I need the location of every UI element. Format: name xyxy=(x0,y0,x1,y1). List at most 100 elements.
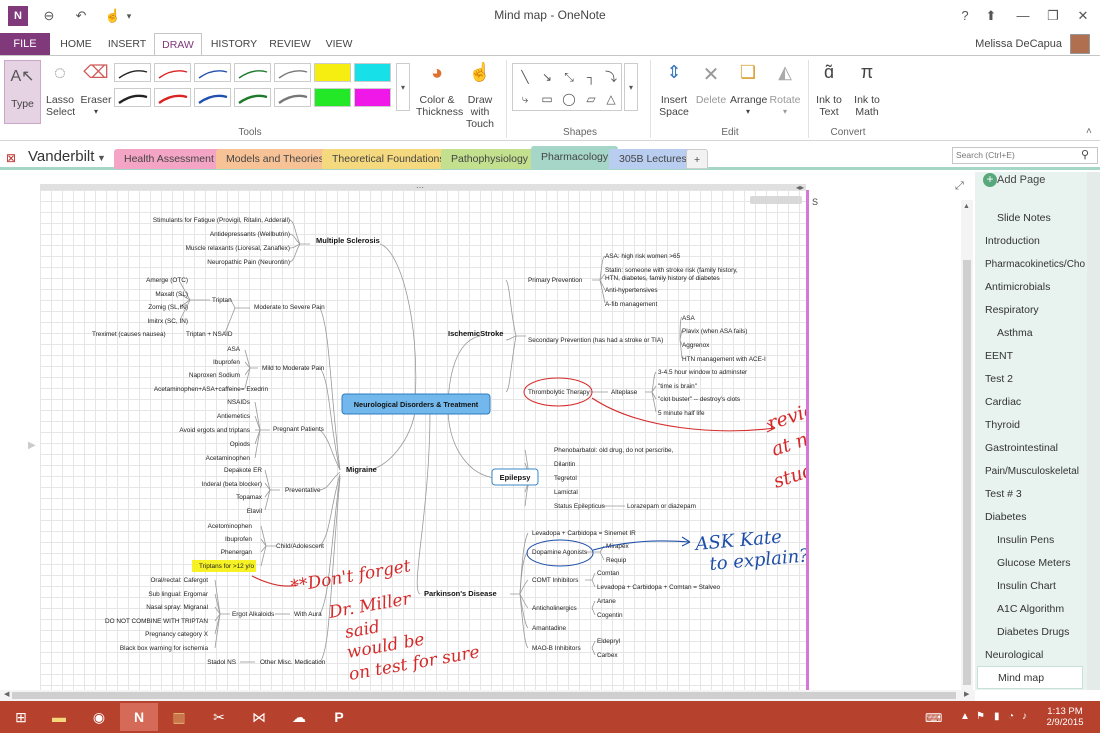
add-page-icon[interactable]: + xyxy=(983,173,997,187)
scroll-up-icon[interactable]: ▲ xyxy=(963,203,970,210)
page-item[interactable]: Introduction xyxy=(977,230,1083,253)
ink-to-math-button[interactable]: π Ink to Math xyxy=(850,62,884,118)
corner-arrow-shape-icon[interactable]: ⤵ xyxy=(601,69,621,85)
pen-green-thin[interactable] xyxy=(234,63,271,82)
add-section-button[interactable]: + xyxy=(686,149,709,169)
vertical-scroll-thumb[interactable] xyxy=(963,260,971,685)
parallelogram-shape-icon[interactable]: ▱ xyxy=(581,91,601,107)
powerpoint-icon[interactable]: P xyxy=(320,703,358,731)
lasso-select-button[interactable]: ◌ Lasso Select xyxy=(46,62,75,118)
page-item[interactable]: Neurological xyxy=(977,644,1083,667)
pen-blue-thick[interactable] xyxy=(194,88,231,107)
rotate-button[interactable]: ◭ Rotate ▾ xyxy=(768,62,802,118)
rectangle-shape-icon[interactable]: ▭ xyxy=(537,91,557,107)
page-list-scrollbar[interactable] xyxy=(1087,172,1100,690)
ellipse-shape-icon[interactable]: ◯ xyxy=(559,91,579,107)
user-name[interactable]: Melissa DeCapua xyxy=(975,38,1062,50)
highlighter-green[interactable] xyxy=(314,88,351,107)
windows-start-icon[interactable]: ⊞ xyxy=(2,703,40,731)
help-icon[interactable]: ? xyxy=(956,7,974,25)
triangle-shape-icon[interactable]: △ xyxy=(601,91,621,107)
fullpage-view-icon[interactable]: ⤢ xyxy=(955,180,964,193)
tab-review[interactable]: REVIEW xyxy=(266,33,314,55)
ink-to-text-button[interactable]: ɑ̃ Ink to Text xyxy=(812,62,846,118)
scroll-left-icon[interactable]: ◀ xyxy=(4,690,9,698)
page-item[interactable]: Pain/Musculoskeletal xyxy=(977,460,1097,483)
volume-icon[interactable]: ♪ xyxy=(1022,711,1027,722)
tab-home[interactable]: HOME xyxy=(55,33,97,55)
touch-keyboard-icon[interactable]: ⌨ xyxy=(925,711,942,725)
double-arrow-shape-icon[interactable]: ⤡ xyxy=(559,69,579,85)
delete-button[interactable]: ✕ Delete xyxy=(694,62,728,106)
tab-draw[interactable]: DRAW xyxy=(154,33,202,55)
section-pathophysiology[interactable]: Pathophysiology xyxy=(441,149,539,169)
file-explorer-icon[interactable]: ▬ xyxy=(40,703,78,731)
arrow-shape-icon[interactable]: ↘ xyxy=(537,69,557,85)
page-item[interactable]: Respiratory xyxy=(977,299,1083,322)
clock[interactable]: 1:13 PM 2/9/2015 xyxy=(1040,706,1090,728)
highlighter-yellow[interactable] xyxy=(314,63,351,82)
mendeley-icon[interactable]: ⋈ xyxy=(240,703,278,731)
show-hidden-icons[interactable]: ▲ xyxy=(960,711,970,722)
search-input[interactable]: Search (Ctrl+E) xyxy=(956,150,1015,160)
flag-icon[interactable]: ⚑ xyxy=(976,711,985,722)
pen-black-thick[interactable] xyxy=(114,88,151,107)
page-item[interactable]: Glucose Meters xyxy=(977,552,1083,575)
page-item-selected[interactable]: Mind map xyxy=(977,666,1083,689)
avatar[interactable] xyxy=(1070,34,1090,54)
chrome-icon[interactable]: ◉ xyxy=(80,703,118,731)
close-icon[interactable]: ✕ xyxy=(1074,7,1092,25)
add-page-button[interactable]: Add Page xyxy=(997,174,1045,186)
corner-shape-icon[interactable]: ┐ xyxy=(581,69,601,85)
wifi-icon[interactable]: ◔ xyxy=(1008,711,1014,722)
pen-red-thick[interactable] xyxy=(154,88,191,107)
section-305b-lectures[interactable]: 305B Lectures xyxy=(609,149,697,169)
page-item[interactable]: Cardiac xyxy=(977,391,1083,414)
shapes-more-icon[interactable]: ▾ xyxy=(624,63,638,111)
axis-shape-icon[interactable]: ⤷ xyxy=(515,91,535,107)
pen-red-thin[interactable] xyxy=(154,63,191,82)
pen-gray-thin[interactable] xyxy=(274,63,311,82)
page-item[interactable]: Gastrointestinal xyxy=(977,437,1083,460)
onenote-taskbar-icon[interactable]: N xyxy=(120,703,158,731)
page-item[interactable]: Diabetes xyxy=(977,506,1083,529)
page-item[interactable]: A1C Algorithm xyxy=(977,598,1083,621)
page-item[interactable]: Pharmacokinetics/Cho xyxy=(977,253,1097,276)
type-button[interactable]: A↖ Type xyxy=(4,60,41,124)
section-pharmacology[interactable]: Pharmacology xyxy=(531,146,619,169)
pen-gray-thick[interactable] xyxy=(274,88,311,107)
insert-space-button[interactable]: ⇕ Insert Space xyxy=(656,62,692,118)
minimize-icon[interactable]: — xyxy=(1014,7,1032,25)
highlighter-cyan[interactable] xyxy=(354,63,391,82)
battery-icon[interactable]: ▮ xyxy=(994,711,1000,722)
page-item[interactable]: EENT xyxy=(977,345,1083,368)
arrange-button[interactable]: ❏ Arrange ▾ xyxy=(730,62,767,118)
page-item[interactable]: Diabetes Drugs xyxy=(977,621,1083,644)
notebook-dropdown-icon[interactable]: ▼ xyxy=(97,153,106,163)
search-box[interactable]: Search (Ctrl+E) ⚲ xyxy=(952,147,1098,164)
tab-insert[interactable]: INSERT xyxy=(104,33,150,55)
color-thickness-button[interactable]: ◕ Color & Thickness xyxy=(416,62,463,118)
page-item[interactable]: Test 2 xyxy=(977,368,1083,391)
pen-gallery-more-icon[interactable]: ▾ xyxy=(396,63,410,111)
horizontal-scroll-thumb[interactable] xyxy=(12,692,956,699)
page-item[interactable]: Slide Notes xyxy=(977,207,1083,230)
section-health-assessment[interactable]: Health Assessment xyxy=(114,149,224,169)
tab-file[interactable]: FILE xyxy=(0,33,50,55)
draw-with-touch-button[interactable]: ☝ Draw with Touch xyxy=(458,62,502,130)
page-item[interactable]: Asthma xyxy=(977,322,1083,345)
pen-blue-thin[interactable] xyxy=(194,63,231,82)
snipping-tool-icon[interactable]: ✂ xyxy=(200,703,238,731)
tab-history[interactable]: HISTORY xyxy=(208,33,260,55)
search-icon[interactable]: ⚲ xyxy=(1081,148,1089,161)
section-models-theories[interactable]: Models and Theories xyxy=(216,149,334,169)
notebook-name[interactable]: Vanderbilt xyxy=(28,148,94,165)
pen-black-thin[interactable] xyxy=(114,63,151,82)
highlighter-magenta[interactable] xyxy=(354,88,391,107)
line-shape-icon[interactable]: ╲ xyxy=(515,69,535,85)
ribbon-options-icon[interactable]: ⬆ xyxy=(982,7,1000,25)
eraser-button[interactable]: ⌫ Eraser ▾ xyxy=(80,62,112,118)
page-item[interactable]: Insulin Chart xyxy=(977,575,1083,598)
library-icon[interactable]: ▥ xyxy=(160,703,198,731)
pen-green-thick[interactable] xyxy=(234,88,271,107)
